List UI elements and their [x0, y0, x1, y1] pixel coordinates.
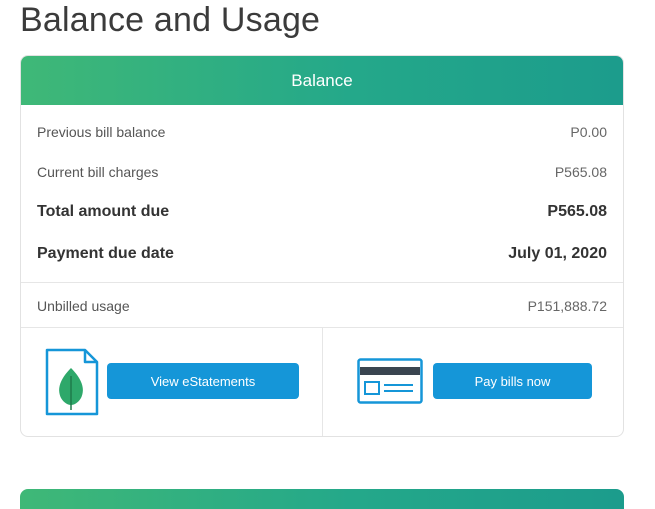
previous-bill-balance-row: Previous bill balance P0.00	[37, 124, 607, 140]
payment-due-date-row: Payment due date July 01, 2020	[37, 245, 607, 263]
current-bill-charges-row: Current bill charges P565.08	[37, 164, 607, 180]
current-bill-charges-label: Current bill charges	[37, 164, 159, 180]
payment-due-date-value: July 01, 2020	[508, 245, 607, 262]
unbilled-usage-value: P151,888.72	[527, 298, 607, 314]
document-leaf-icon	[45, 348, 99, 421]
page-title: Balance and Usage	[20, 1, 321, 39]
view-estatements-button[interactable]: View eStatements	[107, 363, 299, 399]
previous-bill-balance-value: P0.00	[570, 124, 607, 140]
unbilled-usage-row: Unbilled usage P151,888.72	[37, 298, 607, 314]
credit-card-icon	[357, 358, 423, 409]
current-bill-charges-value: P565.08	[554, 164, 607, 180]
total-amount-due-row: Total amount due P565.08	[37, 203, 607, 221]
divider	[21, 282, 623, 283]
pay-bills-now-button[interactable]: Pay bills now	[433, 363, 592, 399]
balance-card-header: Balance	[21, 56, 623, 105]
actions-divider	[322, 328, 323, 436]
next-card-header	[20, 489, 624, 509]
total-amount-due-label: Total amount due	[37, 203, 170, 220]
payment-due-date-label: Payment due date	[37, 245, 174, 262]
balance-card: Balance Previous bill balance P0.00 Curr…	[20, 55, 624, 437]
total-amount-due-value: P565.08	[547, 203, 607, 220]
unbilled-usage-label: Unbilled usage	[37, 298, 130, 314]
previous-bill-balance-label: Previous bill balance	[37, 124, 166, 140]
